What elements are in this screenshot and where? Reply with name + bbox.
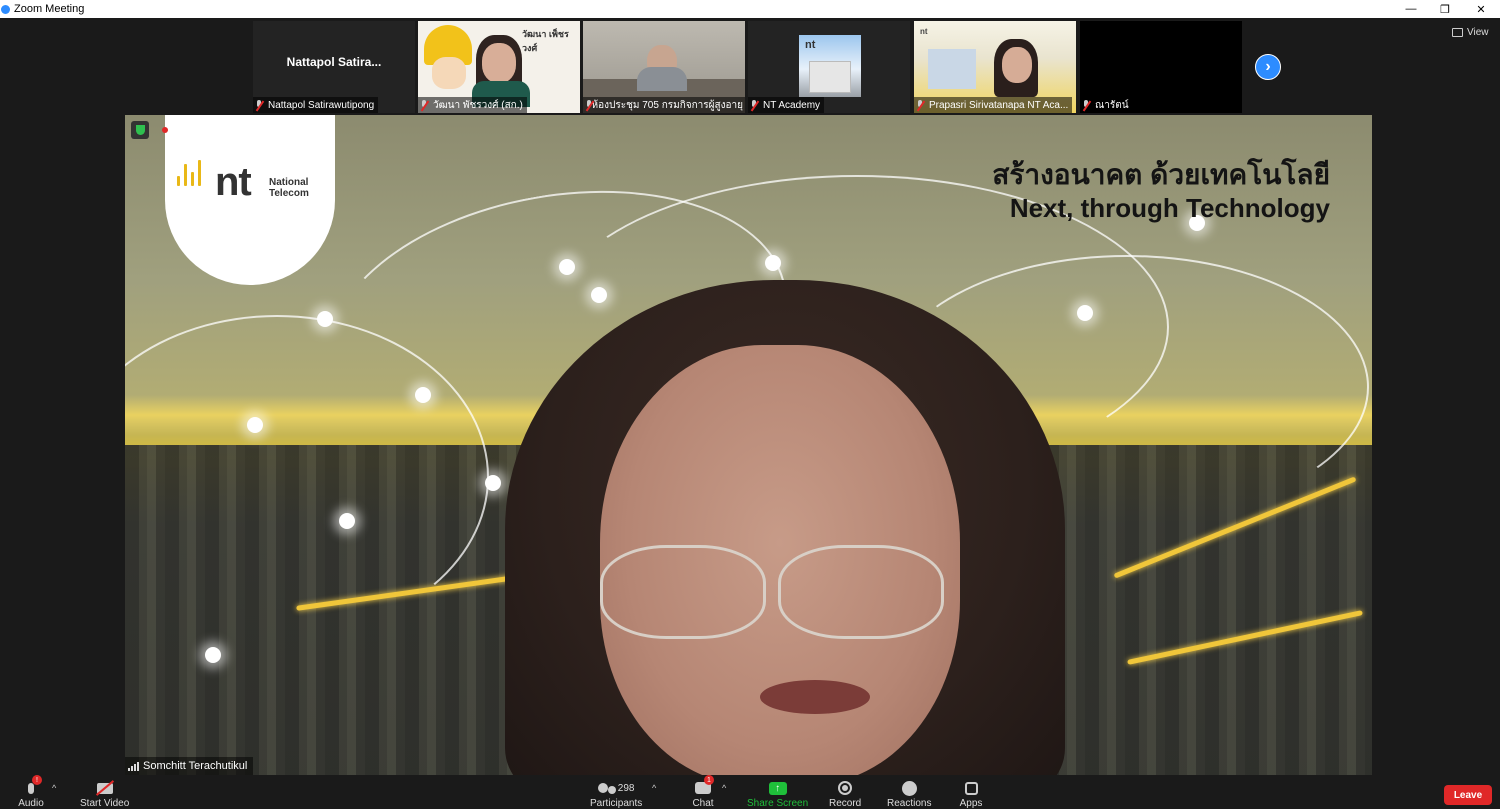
chat-unread-badge: 1 <box>704 775 714 785</box>
reactions-smiley-icon <box>901 780 917 796</box>
participant-tile[interactable]: วัฒนา เพ็ชรวงศ์ วัฒนา พัชรวงศ์ (สก.) <box>418 21 580 113</box>
reactions-button[interactable]: Reactions <box>887 778 931 809</box>
participants-options-caret[interactable]: ^ <box>652 783 656 793</box>
speaker-name-label: Somchitt Terachutikul <box>125 757 254 775</box>
speaker-face <box>600 345 960 775</box>
participant-tile[interactable]: ห้องประชุม 705 กรมกิจการผู้สูงอายุ <box>583 21 745 113</box>
network-node <box>485 475 501 491</box>
audio-warning-badge: ! <box>32 775 42 785</box>
participant-display-name: Nattapol Satira... <box>286 55 382 69</box>
participant-name-label: วัฒนา พัชรวงศ์ (สก.) <box>418 97 527 113</box>
muted-mic-icon <box>585 99 590 111</box>
active-speaker-video: nt National Telecom สร้างอนาคต ด้วยเทคโน… <box>125 115 1372 775</box>
network-node <box>317 311 333 327</box>
signal-strength-icon <box>128 761 139 771</box>
participant-tile[interactable]: ณารัตน์ <box>1080 21 1242 113</box>
nt-logo-subtitle: National Telecom <box>269 177 309 199</box>
muted-mic-icon <box>420 99 429 111</box>
headline-thai: สร้างอนาคต ด้วยเทคโนโลยี <box>992 159 1330 190</box>
share-screen-label: Share Screen <box>747 798 809 809</box>
nt-academy-logo: nt <box>799 35 861 97</box>
muted-mic-icon <box>916 99 925 111</box>
network-node <box>765 255 781 271</box>
minimize-button[interactable]: — <box>1396 0 1426 18</box>
chat-label: Chat <box>692 798 714 809</box>
chat-options-caret[interactable]: ^ <box>722 783 726 793</box>
close-button[interactable]: ✕ <box>1466 0 1496 18</box>
audio-label: Audio <box>18 798 44 809</box>
encryption-shield-icon[interactable] <box>131 121 149 139</box>
next-participants-button[interactable]: › <box>1255 54 1281 80</box>
nt-logo-badge: nt National Telecom <box>165 115 335 285</box>
muted-mic-icon <box>1082 99 1091 111</box>
window-title: Zoom Meeting <box>14 3 85 15</box>
participants-button[interactable]: 298 Participants <box>590 778 642 809</box>
network-node <box>415 387 431 403</box>
apps-label: Apps <box>959 798 983 809</box>
leave-button[interactable]: Leave <box>1444 785 1492 805</box>
tile-overlay-text: วัฒนา เพ็ชรวงศ์ <box>522 29 569 53</box>
network-node <box>339 513 355 529</box>
participants-label: Participants <box>590 798 643 809</box>
participant-tile[interactable]: Nattapol Satira... Nattapol Satirawutipo… <box>253 21 415 113</box>
network-node <box>205 647 221 663</box>
nt-logo-mark: nt <box>215 160 252 204</box>
share-screen-button[interactable]: ↑ Share Screen <box>747 778 808 809</box>
speaker-person <box>505 280 1065 775</box>
speaker-name: Somchitt Terachutikul <box>143 760 248 772</box>
grid-view-icon <box>1452 28 1463 37</box>
recording-indicator-icon <box>162 127 168 133</box>
record-label: Record <box>829 798 862 809</box>
record-button[interactable]: Record <box>829 778 861 809</box>
participants-count: 298 <box>617 782 635 794</box>
participant-thumbnail-strip: View Nattapol Satira... Nattapol Satiraw… <box>0 19 1500 114</box>
record-icon <box>838 781 853 795</box>
start-video-button[interactable]: Start Video <box>80 778 129 809</box>
participant-tile[interactable]: nt Prapasri Sirivatanapa NT Aca... <box>914 21 1076 113</box>
building-graphic <box>928 49 976 89</box>
network-node <box>247 417 263 433</box>
participant-face <box>482 43 516 83</box>
audio-button[interactable]: ! Audio <box>18 775 44 809</box>
participant-name-label: ณารัตน์ <box>1080 97 1133 113</box>
participant-name-label: ห้องประชุม 705 กรมกิจการผู้สูงอายุ <box>583 97 745 113</box>
share-screen-icon: ↑ <box>768 781 787 795</box>
nt-logo-bars-icon <box>177 160 201 186</box>
apps-icon <box>964 781 978 795</box>
audio-options-caret[interactable]: ^ <box>52 783 56 793</box>
restore-button[interactable]: ❐ <box>1430 0 1460 18</box>
tile-logo: nt <box>920 27 928 36</box>
participant-name-label: NT Academy <box>748 97 825 113</box>
view-button[interactable]: View <box>1452 27 1489 38</box>
participant-tile[interactable]: nt NT Academy <box>748 21 910 113</box>
building-graphic <box>809 61 851 93</box>
participants-icon <box>597 783 608 793</box>
apps-button[interactable]: Apps <box>958 778 984 809</box>
muted-mic-icon <box>255 99 264 111</box>
participant-face <box>1002 47 1032 83</box>
participant-name-label: Prapasri Sirivatanapa NT Aca... <box>914 97 1073 113</box>
meeting-toolbar: ! Audio ^ Start Video 298 Participants ^… <box>0 775 1500 809</box>
reactions-label: Reactions <box>887 798 932 809</box>
zoom-app-icon <box>1 4 10 14</box>
network-node <box>1077 305 1093 321</box>
glasses-lens-right <box>778 545 944 639</box>
cartoon-face <box>432 57 466 89</box>
participant-name-label: Nattapol Satirawutipong <box>253 97 379 113</box>
view-button-label: View <box>1467 27 1489 38</box>
microphone-icon <box>28 782 34 794</box>
participant-shirt <box>637 67 687 91</box>
chevron-right-icon: › <box>1265 58 1271 75</box>
glasses-lens-left <box>600 545 766 639</box>
chat-button[interactable]: 1 Chat <box>690 775 716 809</box>
window-title-bar: Zoom Meeting — ❐ ✕ <box>0 0 1500 18</box>
headline-english: Next, through Technology <box>1009 193 1330 223</box>
start-video-label: Start Video <box>80 798 130 809</box>
muted-mic-icon <box>750 99 759 111</box>
network-node <box>559 259 575 275</box>
speaker-mouth <box>760 680 870 714</box>
